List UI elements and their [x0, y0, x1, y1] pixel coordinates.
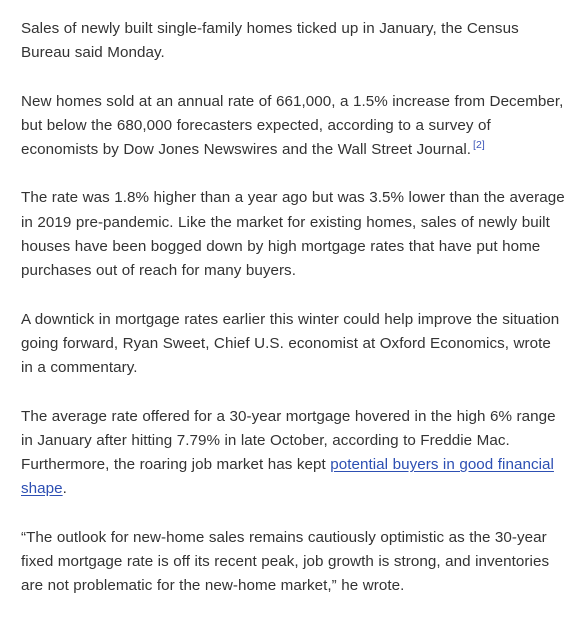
article-body: Sales of newly built single-family homes…	[21, 17, 566, 623]
citation-link[interactable]: [2]	[473, 139, 485, 151]
paragraph-outlook-quote: “The outlook for new-home sales remains …	[21, 528, 550, 595]
paragraph-mortgage-downtick: A downtick in mortgage rates earlier thi…	[21, 310, 560, 377]
paragraph-average-rate: The average rate offered for a 30-year m…	[21, 405, 566, 502]
paragraph-year-comparison: The rate was 1.8% higher than a year ago…	[21, 189, 565, 280]
paragraph-average-rate-end: .	[62, 480, 67, 498]
paragraph-sales-intro: Sales of newly built single-family homes…	[21, 20, 519, 62]
paragraph-annual-rate: New homes sold at an annual rate of 661,…	[21, 90, 566, 163]
